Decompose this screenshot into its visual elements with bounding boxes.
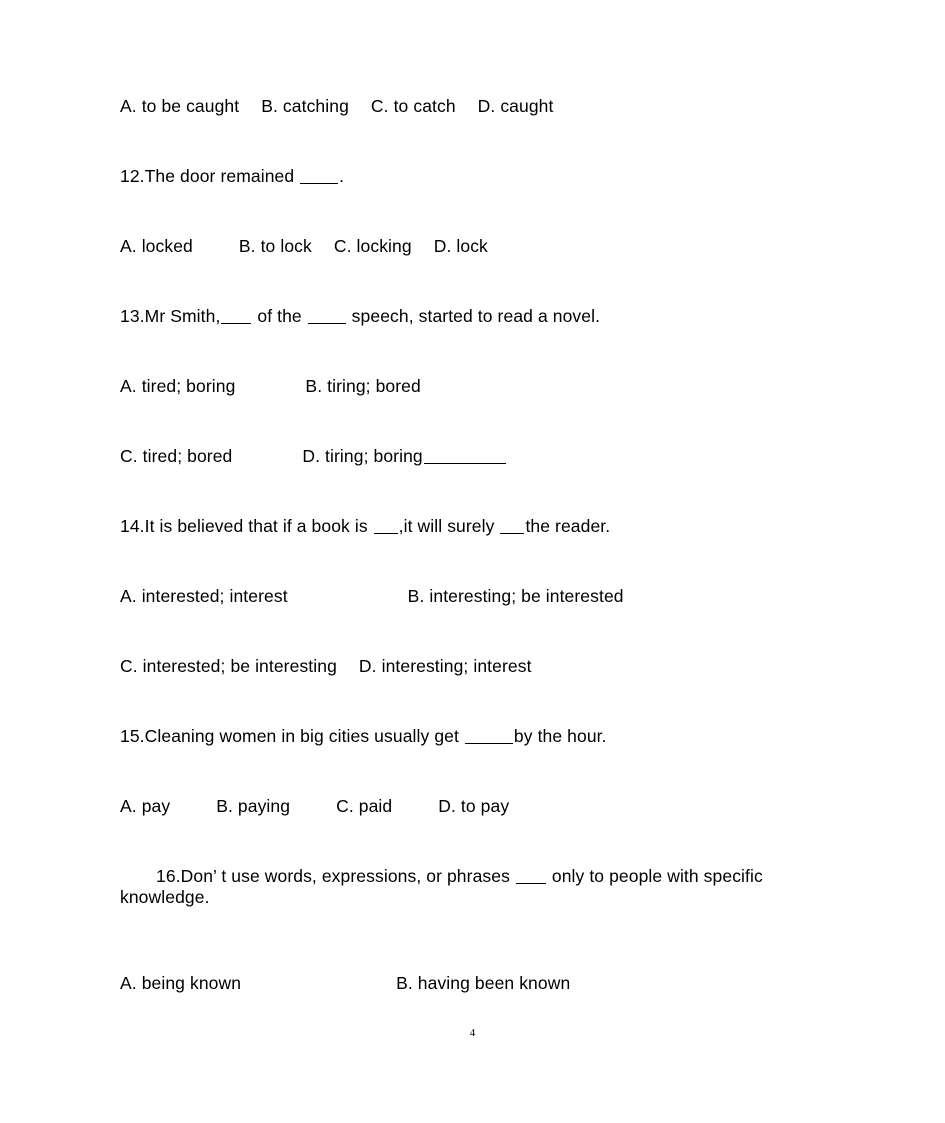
page-number: 4 (469, 1027, 476, 1039)
q13-blank-2 (307, 307, 346, 324)
question-14-options-ab: A. interested; interest B. interesting; b… (120, 582, 832, 652)
question-14-options-cd: C. interested; be interesting D. interest… (120, 652, 832, 722)
q12-number: 12. (120, 166, 145, 186)
q16-blank (515, 867, 546, 884)
document-body: A. to be caught B. catching C. to catch D. … (120, 92, 832, 1039)
q15-stem-part2: by the hour. (513, 726, 607, 746)
q16-stem-part2: only to people with specific (546, 866, 763, 886)
question-16-stem: 16.Don’ t use words, expressions, or phr… (120, 862, 832, 969)
q16-option-a: A. being known (120, 973, 242, 993)
q13-trailing-blank (423, 447, 506, 464)
question-11-options-line: A. to be caught B. catching C. to catch D. … (120, 92, 832, 162)
q13-option-c: C. tired; bored (120, 446, 233, 466)
q14-option-d: D. interesting; interest (358, 656, 532, 676)
q14-option-a: A. interested; interest (120, 586, 288, 606)
question-15-options-line: A. pay B. paying C. paid D. to pay (120, 792, 832, 862)
q13-number: 13. (120, 306, 145, 326)
q13-option-a: A. tired; boring (120, 376, 236, 396)
q14-blank-1 (373, 517, 398, 534)
q15-option-d: D. to pay (438, 796, 510, 816)
q13-stem-part3: speech, started to read a novel. (346, 306, 601, 326)
q11-option-b: B. catching (261, 96, 349, 116)
q15-blank (464, 727, 513, 744)
q15-stem-part1: Cleaning women in big cities usually get (144, 726, 464, 746)
question-13-options-cd: C. tired; bored D. tiring; boring (120, 442, 832, 512)
q14-stem-part3: the reader. (525, 516, 611, 536)
question-14-stem: 14.It is believed that if a book is ,it … (120, 512, 832, 582)
q14-stem-part2: ,it will surely (398, 516, 500, 536)
q12-stem-text: The door remained (144, 166, 300, 186)
q15-option-a: A. pay (120, 796, 171, 816)
question-12-stem: 12.The door remained . (120, 162, 832, 232)
q12-blank (300, 167, 339, 184)
q13-option-b: B. tiring; bored (305, 376, 421, 396)
q11-option-d: D. caught (477, 96, 554, 116)
question-15-stem: 15.Cleaning women in big cities usually … (120, 722, 832, 792)
q12-option-b: B. to lock (238, 236, 312, 256)
q11-option-c: C. to catch (370, 96, 456, 116)
q12-option-d: D. lock (433, 236, 488, 256)
q15-option-c: C. paid (336, 796, 393, 816)
q13-stem-part1: Mr Smith, (144, 306, 221, 326)
q15-option-b: B. paying (216, 796, 291, 816)
q13-blank-1 (221, 307, 252, 324)
question-13-stem: 13.Mr Smith, of the speech, started to r… (120, 302, 832, 372)
q14-stem-part1: It is believed that if a book is (144, 516, 373, 536)
q13-option-d: D. tiring; boring (302, 446, 423, 466)
q13-stem-part2: of the (252, 306, 307, 326)
question-12-options-line: A. locked B. to lock C. locking D. lock (120, 232, 832, 302)
question-13-options-ab: A. tired; boring B. tiring; bored (120, 372, 832, 442)
q16-option-b: B. having been known (396, 973, 571, 993)
q14-option-c: C. interested; be interesting (120, 656, 337, 676)
q14-option-b: B. interesting; be interested (407, 586, 624, 606)
q12-stem-tail: . (339, 166, 345, 186)
q14-number: 14. (120, 516, 145, 536)
document-page: A. to be caught B. catching C. to catch D. … (0, 0, 945, 1123)
q15-number: 15. (120, 726, 145, 746)
q11-option-a: A. to be caught (120, 96, 240, 116)
q16-stem-line2: knowledge. (120, 886, 210, 907)
q12-option-a: A. locked (120, 236, 193, 256)
q12-option-c: C. locking (333, 236, 412, 256)
q14-blank-2 (500, 517, 525, 534)
q16-number: 16. (156, 866, 181, 886)
q16-stem-part1: Don’ t use words, expressions, or phrase… (180, 866, 515, 886)
